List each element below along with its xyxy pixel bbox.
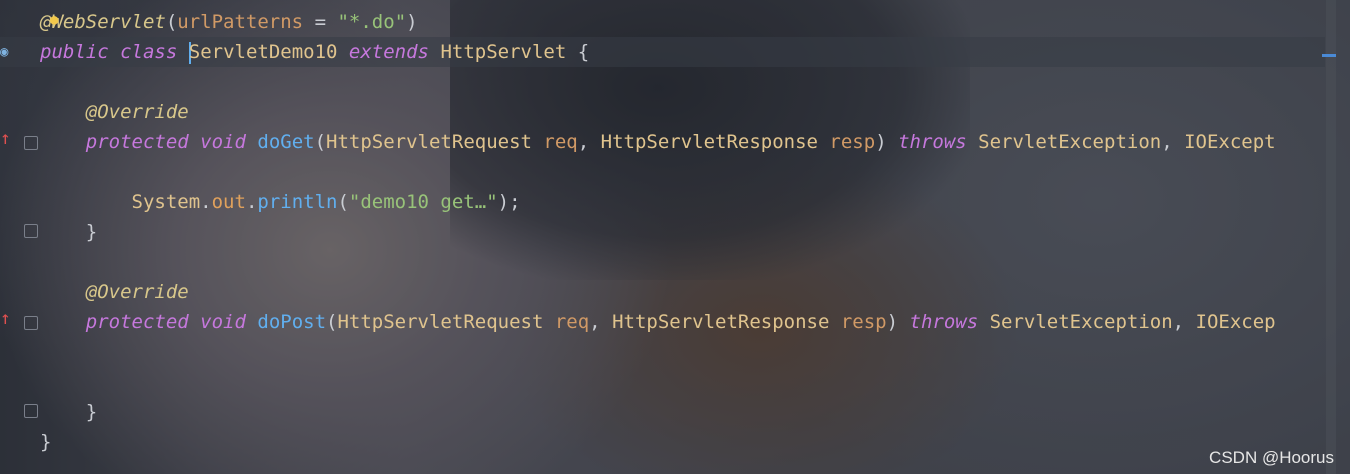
code-token: throws [898, 131, 967, 153]
code-token: out [211, 191, 246, 213]
code-token: resp [840, 311, 887, 333]
code-line[interactable]: } [40, 397, 97, 427]
code-line[interactable]: } [40, 427, 51, 457]
code-token: class [120, 41, 178, 63]
code-token: { [566, 41, 590, 63]
code-line[interactable]: @Override [40, 277, 189, 307]
code-token: ServletException [989, 311, 1173, 333]
fold-marker-icon[interactable] [24, 136, 38, 150]
code-token: public [40, 41, 109, 63]
code-token: ( [337, 191, 349, 213]
code-token: ServletException [978, 131, 1162, 153]
code-token: . [245, 191, 258, 213]
code-token: extends [348, 41, 429, 63]
code-token: ) [406, 11, 418, 33]
bulb-icon[interactable]: ● [50, 12, 58, 28]
code-token: } [40, 221, 98, 243]
code-token: HttpServlet [440, 41, 567, 63]
code-token: @Override [85, 281, 189, 303]
code-token: protected [85, 311, 189, 333]
code-token: req [554, 311, 590, 333]
code-token: . [200, 191, 212, 213]
watermark: CSDN @Hoorus [1209, 448, 1334, 467]
code-token: ); [497, 191, 521, 213]
fold-marker-icon[interactable] [24, 224, 38, 238]
code-line[interactable]: public class ServletDemo10 extends HttpS… [40, 37, 589, 67]
caret-position-marker [1322, 54, 1336, 57]
code-token: throws [909, 311, 979, 333]
code-token: " [337, 11, 349, 33]
code-token: println [257, 191, 338, 213]
code-token: HttpServletRequest [337, 311, 544, 333]
code-token: void [200, 311, 246, 333]
override-arrow-icon[interactable]: ↑ [0, 128, 11, 149]
code-token: HttpServletResponse [612, 311, 830, 333]
code-token: ( [314, 131, 327, 153]
code-token: ( [326, 311, 338, 333]
code-token: req [543, 131, 578, 153]
code-line[interactable]: @Override [40, 97, 189, 127]
code-token: System [131, 191, 201, 213]
code-token: IOExcept [1184, 131, 1276, 153]
code-token: HttpServletResponse [600, 131, 818, 153]
override-arrow-icon[interactable]: ↑ [0, 308, 11, 329]
code-editor[interactable]: @WebServlet(urlPatterns = "*.do") public … [0, 0, 1350, 474]
code-token: IOExcep [1195, 311, 1276, 333]
code-token: void [200, 131, 246, 153]
code-token: ( [165, 11, 178, 33]
code-token: ) [875, 131, 899, 153]
fold-marker-icon[interactable] [24, 404, 38, 418]
code-token: , [577, 131, 601, 153]
code-token: @Override [85, 101, 189, 123]
code-line[interactable]: protected void doGet(HttpServletRequest … [40, 127, 1276, 157]
code-token: urlPatterns [177, 11, 304, 33]
servlet-gutter-icon[interactable]: ◉ [0, 44, 8, 60]
code-token: ) [886, 311, 910, 333]
code-token: doGet [257, 131, 315, 153]
code-token: " [394, 11, 407, 33]
vertical-scrollbar[interactable] [1326, 0, 1336, 474]
background-overlay [0, 0, 1350, 474]
code-token: , [1161, 131, 1185, 153]
code-token: resp [829, 131, 876, 153]
code-token: } [40, 401, 98, 423]
code-line[interactable]: protected void doPost(HttpServletRequest… [40, 307, 1276, 337]
fold-marker-icon[interactable] [24, 316, 38, 330]
code-line[interactable]: } [40, 217, 97, 247]
code-token: protected [85, 131, 189, 153]
code-token: ServletDemo10 [188, 41, 338, 63]
code-token: , [589, 311, 613, 333]
code-token: } [40, 431, 52, 453]
code-token: *.do [348, 11, 395, 33]
code-token: HttpServletRequest [326, 131, 532, 153]
code-token: = [303, 11, 338, 33]
code-token: "demo10 get…" [348, 191, 498, 213]
code-token: , [1172, 311, 1196, 333]
code-token: WebServlet [51, 11, 166, 33]
code-line[interactable]: @WebServlet(urlPatterns = "*.do") [40, 7, 418, 37]
code-token: doPost [257, 311, 327, 333]
code-line[interactable]: System.out.println("demo10 get…"); [40, 187, 521, 217]
